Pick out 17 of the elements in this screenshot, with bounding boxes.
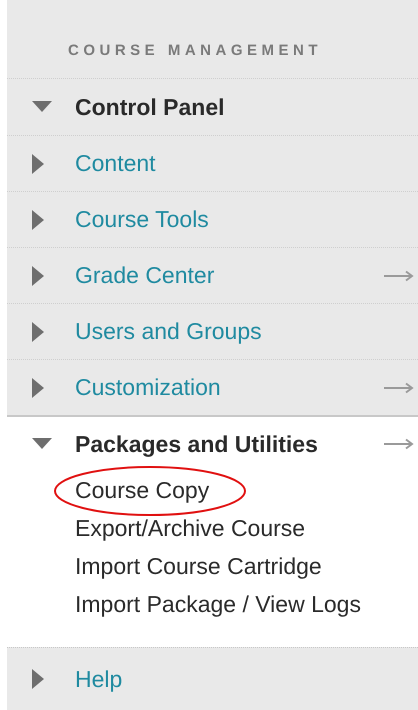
collapse-triangle-icon[interactable] [32,101,52,113]
arrow-right-icon[interactable] [384,382,414,394]
expand-triangle-icon[interactable] [32,378,44,398]
expand-triangle-icon[interactable] [32,669,44,689]
expand-triangle-icon[interactable] [32,154,44,174]
expand-triangle-icon[interactable] [32,266,44,286]
section-heading: COURSE MANAGEMENT [68,40,322,60]
expand-triangle-icon[interactable] [32,322,44,342]
arrow-right-icon[interactable] [384,438,414,450]
menu-item[interactable]: Packages and Utilities [75,426,318,462]
collapse-triangle-icon[interactable] [32,438,52,450]
expand-triangle-icon[interactable] [32,210,44,230]
submenu-link[interactable]: Import Package / View Logs [75,586,361,622]
arrow-right-icon[interactable] [384,270,414,282]
submenu-link[interactable]: Import Course Cartridge [75,548,322,584]
menu-item[interactable]: Control Panel [75,90,225,124]
submenu-link[interactable]: Export/Archive Course [75,510,306,546]
